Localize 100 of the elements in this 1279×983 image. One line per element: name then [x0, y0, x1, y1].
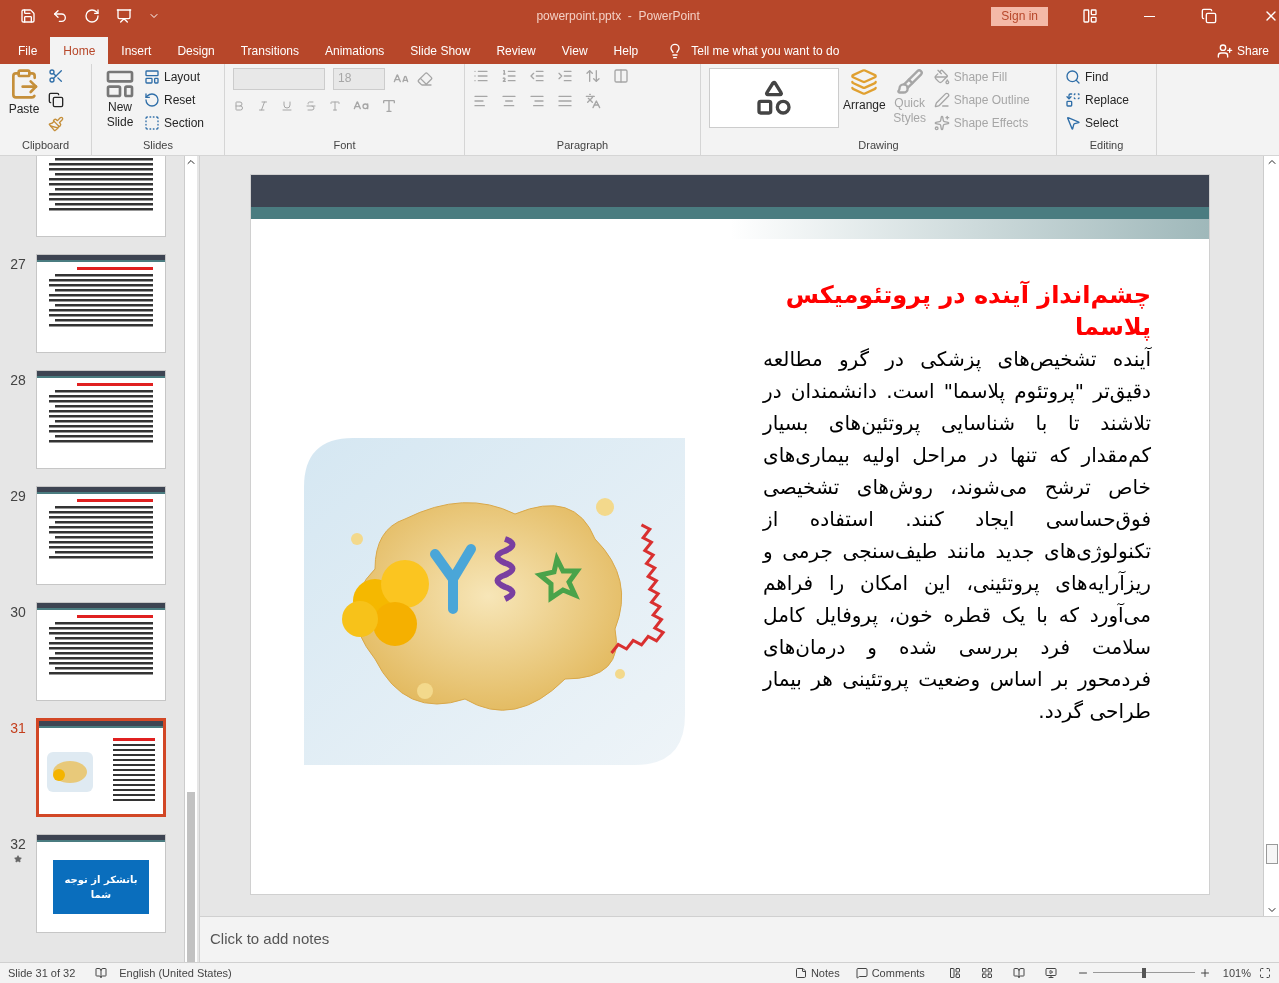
window-title: powerpoint.pptx - PowerPoint [536, 8, 701, 25]
ribbon-tab[interactable]: Animations [312, 37, 398, 64]
columns-icon [613, 68, 629, 84]
bullets-icon [473, 68, 489, 84]
slide-thumbnail[interactable]: باتشکر از توجه شما [36, 834, 166, 933]
slide-scrollbar[interactable] [1263, 156, 1279, 916]
thanks-banner: باتشکر از توجه شما [53, 860, 149, 914]
ribbon-tab[interactable]: View [548, 37, 601, 64]
thumbnail-scrollbar[interactable] [184, 156, 197, 962]
notes-button[interactable]: Notes [794, 964, 840, 982]
ribbon-display-icon [1082, 8, 1098, 24]
font-color-icon [381, 98, 397, 114]
slide-count: Slide 31 of 32 [8, 965, 76, 981]
language-label[interactable]: English (United States) [119, 964, 232, 982]
slides-menu-button[interactable]: Layout [144, 68, 205, 86]
notes-pane[interactable]: Click to add notes [200, 916, 1279, 962]
slide-thumbnail[interactable] [36, 718, 166, 817]
restore-icon [1201, 8, 1217, 24]
slide-thumbnail[interactable] [36, 254, 166, 353]
text-direction-icon [585, 93, 601, 109]
slide-number: 27 [10, 255, 26, 274]
align-right-icon [529, 93, 545, 109]
animation-star-icon [14, 855, 22, 863]
arrange-button[interactable]: Arrange [843, 68, 886, 114]
group-label: Editing [1088, 137, 1125, 153]
increase-indent-icon [557, 68, 573, 84]
slide-number: 32 [10, 835, 26, 854]
paste-button[interactable]: Paste [8, 68, 40, 118]
slide-body-text: آینده تشخیص‌های پزشکی در گرو مطالعه دقیق‌تر "پروتئوم پلاسما" است. دانشمندان در تلاشند تا با شناسایی پروتئین‌های بسیار کم‌مقدار که تنها در مراحل اولیه بیماری‌های خاص ترشح می‌شوند، روش‌های تشخیصی فوق‌حساسی ایجاد کنند. استفاده از تکنولوژی‌های جدید مانند طیف‌سنجی جرمی و ریزآرایه‌های پروتئینی، این امکان را فراهم می‌آورد که با یک قطره خون، پروفایل کامل سلامت فرد بررسی شده و درمان‌های فردمحور بر اساس وضعیت پروتئینی هر بیمار طراحی گردد. [763, 346, 1151, 725]
slides-menu-button[interactable]: Reset [144, 91, 205, 109]
format-painter-icon [48, 116, 64, 132]
ribbon-tab[interactable]: Design [164, 37, 228, 64]
group-label: Clipboard [20, 137, 71, 153]
line-spacing-icon [585, 68, 601, 84]
scroll-thumb[interactable] [1265, 844, 1278, 864]
justify-icon [557, 93, 573, 109]
tell-me-field[interactable]: Tell me what you want to do [691, 41, 840, 60]
brush-icon [895, 68, 924, 96]
save-icon [20, 8, 36, 24]
ribbon-tab[interactable]: Home [50, 37, 109, 64]
minimize-icon[interactable] [1144, 15, 1155, 17]
slide-number: 28 [10, 371, 26, 390]
ribbon-tab[interactable]: File [5, 37, 51, 64]
slide-number: 30 [10, 603, 26, 622]
slideshow-view-icon [1044, 967, 1057, 979]
person-icon [1216, 42, 1233, 59]
reading-view-icon [1012, 967, 1025, 979]
slide-thumbnail[interactable] [36, 370, 166, 469]
clear-formatting-icon [417, 71, 433, 87]
align-left-icon [473, 93, 489, 109]
slides-menu-button[interactable]: Section [144, 114, 205, 132]
zoom-slider[interactable] [1092, 968, 1195, 978]
group-label: Paragraph [555, 137, 610, 153]
editing-button[interactable]: Select [1065, 114, 1130, 132]
share-button[interactable]: Share [1216, 37, 1269, 64]
group-label: Drawing [857, 137, 900, 153]
undo-icon [52, 8, 68, 24]
editing-icon [1065, 115, 1081, 131]
copy-icon [48, 92, 64, 108]
slide-thumbnail[interactable] [36, 156, 166, 237]
sign-in-button[interactable]: Sign in [991, 6, 1048, 26]
scroll-thumb[interactable] [187, 792, 195, 962]
comments-button[interactable]: Comments [855, 964, 925, 982]
shape-format-icon [933, 115, 950, 131]
slide-title: چشم‌انداز آینده در پروتئومیکس پلاسما [784, 279, 1151, 343]
ribbon-tab[interactable]: Help [600, 37, 652, 64]
ribbon-tab[interactable]: Slide Show [397, 37, 484, 64]
shape-format-icon [933, 69, 950, 85]
font-name-field[interactable] [233, 68, 325, 90]
numbering-icon [501, 68, 517, 84]
shapes-gallery[interactable] [709, 68, 839, 128]
new-slide-icon [104, 68, 136, 100]
comment-icon [855, 967, 868, 979]
slide-thumbnail[interactable] [36, 602, 166, 701]
cut-icon [48, 68, 64, 84]
editing-button[interactable]: Find [1065, 68, 1130, 86]
slide-thumbnail[interactable] [36, 486, 166, 585]
ribbon-tab[interactable]: Transitions [227, 37, 312, 64]
italic-icon [257, 100, 269, 112]
redo-icon [84, 8, 100, 24]
slide-sorter-icon [980, 967, 993, 979]
decrease-indent-icon [529, 68, 545, 84]
group-label: Font [332, 137, 357, 153]
slide-number: 31 [10, 719, 26, 738]
strikethrough-icon [305, 100, 317, 112]
slide-number: 29 [10, 487, 26, 506]
shape-format-icon [933, 92, 950, 108]
ribbon-tab[interactable]: Review [483, 37, 549, 64]
align-center-icon [501, 93, 517, 109]
slideshow-icon [116, 8, 132, 24]
new-slide-button[interactable]: New Slide [100, 68, 140, 130]
editing-icon [1065, 92, 1081, 108]
underline-icon [281, 100, 293, 112]
editing-button[interactable]: Replace [1065, 91, 1130, 109]
ribbon-tab[interactable]: Insert [108, 37, 165, 64]
zoom-level[interactable]: 101% [1222, 964, 1251, 982]
shapes-icon [754, 78, 794, 118]
arrange-icon [850, 68, 879, 96]
group-label: Slides [142, 137, 174, 153]
spell-check-icon [95, 967, 108, 979]
